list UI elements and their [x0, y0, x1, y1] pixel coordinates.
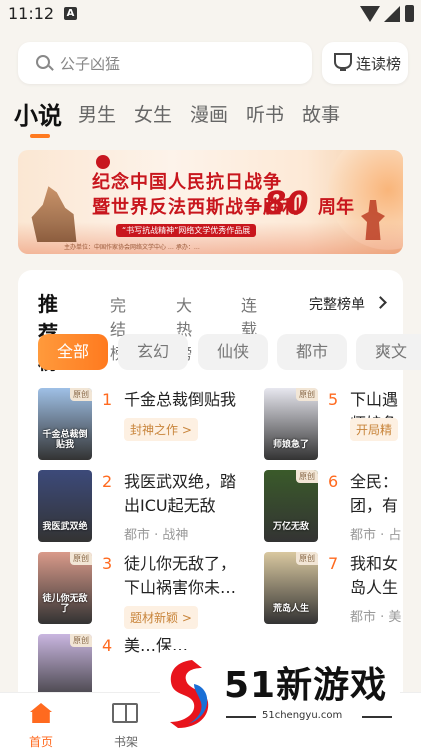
- cover-original-tag: 原创: [296, 552, 318, 565]
- search-icon: [36, 55, 50, 69]
- watermark-brand: 51新游戏: [224, 665, 388, 706]
- book-cover[interactable]: 原创万亿无敌: [264, 470, 318, 542]
- watermark-logo: [170, 660, 209, 728]
- nav-shelf-label[interactable]: 书架: [114, 733, 138, 750]
- battery-icon: [405, 5, 414, 22]
- emblem-icon: [96, 155, 110, 169]
- book-title[interactable]: 全民：团，有: [350, 470, 402, 518]
- cell-signal-icon: [384, 6, 400, 22]
- cover-original-tag: 原创: [70, 634, 92, 647]
- cover-title-art: 师娘急了: [272, 440, 309, 450]
- wifi-icon: [360, 6, 380, 22]
- cover-original-tag: 原创: [70, 552, 92, 565]
- banner-suffix: 周年: [318, 197, 354, 218]
- chevron-right-icon[interactable]: [374, 296, 387, 309]
- tab-male[interactable]: 男生: [78, 100, 116, 127]
- cover-original-tag: 原创: [296, 470, 318, 483]
- book-cover[interactable]: 原创师娘急了: [264, 388, 318, 460]
- book-genre-meta: 都市 · 美: [350, 610, 402, 625]
- home-icon[interactable]: [30, 703, 52, 723]
- promo-banner[interactable]: 纪念中国人民抗日战争 暨世界反法西斯战争胜利 80 周年 “书写抗战精神”网络文…: [18, 150, 403, 254]
- book-title[interactable]: 千金总裁倒贴我: [124, 388, 244, 412]
- bookshelf-icon[interactable]: [112, 703, 138, 723]
- cover-original-tag: 原创: [296, 388, 318, 401]
- book-cover[interactable]: 原创千金总裁倒贴我: [38, 388, 92, 460]
- book-rank-number: 3: [102, 554, 113, 573]
- watermark-site: 51chengyu.com: [262, 710, 343, 721]
- banner-slogan: “书写抗战精神”网络文学优秀作品展: [116, 224, 257, 237]
- tab-novel[interactable]: 小说: [14, 96, 62, 131]
- book-rank-number: 5: [328, 390, 339, 409]
- cover-title-art: 我医武双绝: [42, 522, 88, 532]
- reading-rank-button[interactable]: 连读榜: [322, 42, 408, 84]
- book-rank-number: 1: [102, 390, 113, 409]
- reading-rank-label: 连读榜: [356, 55, 402, 73]
- book-cover[interactable]: 原创荒岛人生: [264, 552, 318, 624]
- tab-story[interactable]: 故事: [302, 100, 340, 127]
- book-highlight-pill: 开局精: [350, 418, 399, 441]
- full-rank-link[interactable]: 完整榜单: [309, 294, 365, 314]
- book-title[interactable]: 徒儿你无敌了，下山祸害你未…: [124, 552, 244, 600]
- book-rank-number: 2: [102, 472, 113, 491]
- notification-a-icon: A: [64, 7, 77, 20]
- book-genre-meta: 都市 · 战神: [124, 528, 189, 543]
- cover-title-art: 千金总裁倒贴我: [42, 430, 88, 450]
- chip-urban[interactable]: 都市: [277, 334, 347, 370]
- tab-female[interactable]: 女生: [134, 100, 172, 127]
- tab-audiobook[interactable]: 听书: [246, 100, 284, 127]
- category-tabs: 小说 男生 女生 漫画 听书 故事: [0, 96, 421, 136]
- chip-xuanhuan[interactable]: 玄幻: [118, 334, 188, 370]
- cover-title-art: 荒岛人生: [272, 604, 309, 614]
- book-rank-number: 6: [328, 472, 339, 491]
- tab-comics[interactable]: 漫画: [190, 100, 228, 127]
- cover-title-art: 万亿无敌: [272, 522, 309, 532]
- nav-home-label[interactable]: 首页: [29, 733, 53, 750]
- cover-title-art: 徒儿你无敌了: [42, 594, 88, 614]
- banner-number: 80: [264, 184, 309, 222]
- trophy-icon: [334, 53, 352, 71]
- active-tab-indicator: [30, 134, 50, 138]
- watermark-rule-right: [362, 716, 392, 718]
- search-bar[interactable]: 公子凶猛: [18, 42, 312, 84]
- chip-xianxia[interactable]: 仙侠: [198, 334, 268, 370]
- book-cover[interactable]: 我医武双绝: [38, 470, 92, 542]
- banner-line1: 纪念中国人民抗日战争: [92, 172, 282, 193]
- status-time: 11:12: [8, 4, 55, 23]
- book-highlight-pill: 题材新颖 >: [124, 606, 198, 629]
- book-title[interactable]: 我医武双绝，踏出ICU起无敌: [124, 470, 244, 518]
- cover-original-tag: 原创: [70, 388, 92, 401]
- chip-all[interactable]: 全部: [38, 334, 108, 370]
- book-title[interactable]: 我和女岛人生: [350, 552, 402, 600]
- status-bar: 11:12 A: [0, 0, 421, 30]
- search-placeholder: 公子凶猛: [60, 55, 121, 73]
- chip-shuangwen[interactable]: 爽文: [356, 334, 421, 370]
- book-rank-number: 4: [102, 636, 113, 655]
- book-highlight-pill: 封神之作 >: [124, 418, 198, 441]
- watermark-rule-left: [226, 716, 256, 718]
- banner-organizer: 主办单位：中国作家协会网络文学中心 … 承办：…: [64, 244, 200, 251]
- book-cover[interactable]: 原创徒儿你无敌了: [38, 552, 92, 624]
- book-rank-number: 7: [328, 554, 339, 573]
- book-genre-meta: 都市 · 占: [350, 528, 402, 543]
